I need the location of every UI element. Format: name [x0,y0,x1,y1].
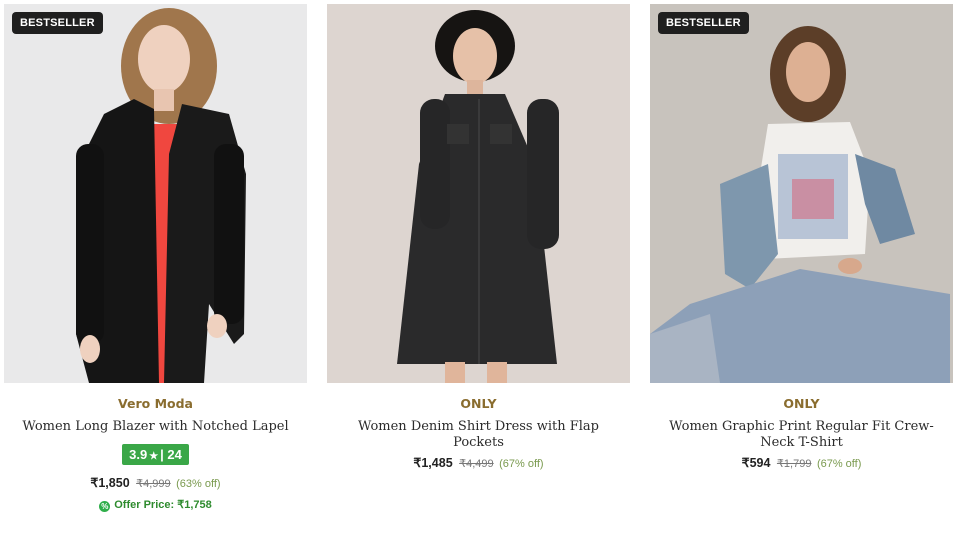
selling-price: ₹1,485 [413,456,453,470]
product-title[interactable]: Women Denim Shirt Dress with Flap Pocket… [327,419,630,451]
discount-text: (67% off) [499,458,544,470]
mrp-price: ₹4,999 [136,478,171,490]
mrp-price: ₹4,499 [459,458,494,470]
product-image[interactable]: BESTSELLER [650,4,953,383]
product-image[interactable] [327,4,630,383]
selling-price: ₹594 [741,456,771,470]
bestseller-badge: BESTSELLER [658,12,749,34]
product-photo [4,4,307,383]
price-line: ₹1,485 ₹4,499 (67% off) [327,455,630,470]
bestseller-badge: BESTSELLER [12,12,103,34]
star-icon: ★ [149,451,159,462]
product-image[interactable]: BESTSELLER [4,4,307,383]
product-brand[interactable]: ONLY [650,396,953,411]
rating-badge: 3.9 ★ | 24 [122,444,189,465]
rating-value: 3.9 [129,447,148,462]
mrp-price: ₹1,799 [776,458,812,470]
product-brand[interactable]: ONLY [327,396,630,411]
product-photo [650,4,953,383]
selling-price: ₹1,850 [90,476,130,490]
offer-tag-icon: % [99,501,111,512]
offer-price-text: Offer Price: ₹1,758 [114,499,212,511]
product-card[interactable]: BESTSELLER Vero Moda Women Long Blazer w… [4,4,307,512]
product-photo [327,4,630,383]
product-title[interactable]: Women Graphic Print Regular Fit Crew-Nec… [650,419,953,451]
product-card[interactable]: BESTSELLER ONLY Women Graphic Print Regu… [650,4,953,470]
price-line: ₹1,850 ₹4,999 (63% off) [4,475,307,490]
product-card[interactable]: ONLY Women Denim Shirt Dress with Flap P… [327,4,630,470]
product-title[interactable]: Women Long Blazer with Notched Lapel [4,419,307,435]
discount-text: (67% off) [816,458,862,470]
discount-text: (63% off) [176,478,221,490]
offer-price: % Offer Price: ₹1,758 [4,498,307,512]
product-brand[interactable]: Vero Moda [4,396,307,411]
price-line: ₹594 ₹1,799 (67% off) [650,455,953,470]
rating-count: 24 [167,447,182,462]
